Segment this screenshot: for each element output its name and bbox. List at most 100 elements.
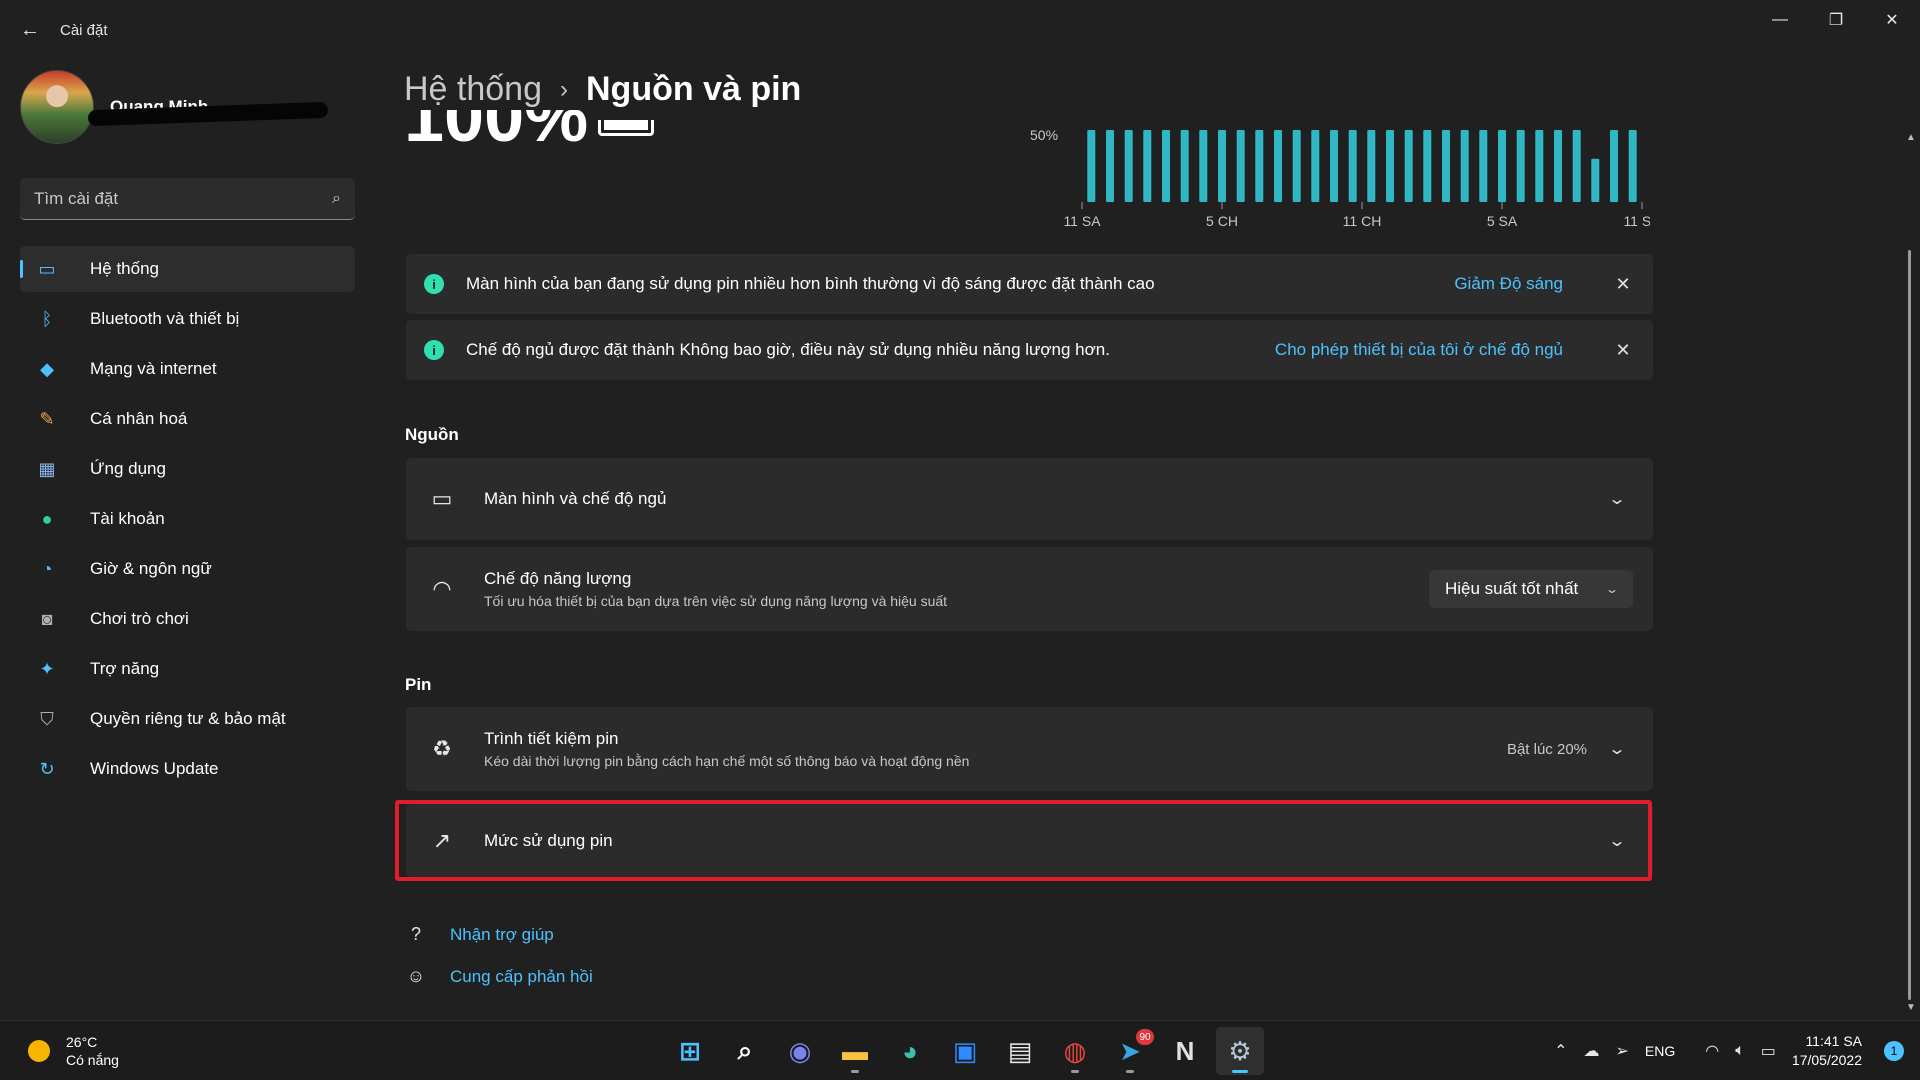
sidebar-item-8[interactable]: ✦ Trợ năng [20, 646, 355, 692]
card-title: Trình tiết kiệm pin [484, 729, 619, 748]
sun-icon [28, 1040, 50, 1062]
settings-icon: ⚙ [1228, 1035, 1252, 1066]
get-help-link[interactable]: ? Nhận trợ giúp [404, 924, 554, 945]
close-icon[interactable]: ✕ [1613, 340, 1633, 361]
y-tick-label: 50% [1030, 127, 1058, 143]
card-body: Mức sử dụng pin [484, 831, 1607, 851]
sidebar: Quang Minh ⌕ ▭Hệ thốngᛒBluetooth và thiế… [0, 60, 370, 1020]
scroll-thumb[interactable] [1908, 250, 1911, 1000]
screen-sleep-card[interactable]: ▭ Màn hình và chế độ ngủ ⌄ [406, 458, 1653, 540]
scrollbar[interactable]: ▲ ▼ [1906, 130, 1916, 1020]
sidebar-item-label: Tài khoản [90, 509, 165, 528]
feedback-link[interactable]: ☺ Cung cấp phản hồi [404, 966, 593, 987]
taskbar-zoom-button[interactable]: ▣ [941, 1027, 989, 1075]
wifi-icon: ◆ [40, 358, 54, 379]
battery-icon[interactable]: ▭ [1761, 1041, 1776, 1061]
update-icon: ↻ [39, 758, 55, 779]
weather-widget[interactable]: 26°C Có nắng [28, 1033, 119, 1069]
chart-bar [1124, 130, 1133, 202]
chevron-down-icon[interactable]: ⌄ [1603, 831, 1631, 851]
page-title: Nguồn và pin [586, 70, 802, 108]
chart-bar [1479, 130, 1488, 202]
notification-badge[interactable]: 1 [1884, 1041, 1904, 1061]
gauge-icon: ◠ [432, 576, 452, 601]
card-title: Màn hình và chế độ ngủ [484, 489, 667, 508]
taskbar-start-button[interactable]: ⊞ [666, 1027, 714, 1075]
search-input[interactable] [34, 188, 333, 209]
restore-button[interactable]: ❐ [1808, 0, 1864, 40]
taskbar-chrome-button[interactable]: ◍ [1051, 1027, 1099, 1075]
file-explorer-icon: ▬ [842, 1035, 868, 1066]
chart-bar [1162, 130, 1170, 202]
taskbar-search-button[interactable]: ⌕ [721, 1027, 769, 1075]
taskbar-chat-button[interactable]: ◉ [776, 1027, 824, 1075]
sidebar-item-6[interactable]: ◔ Giờ & ngôn ngữ [20, 546, 355, 592]
bluetooth-icon: ᛒ [41, 308, 53, 329]
location-icon[interactable]: ➢ [1615, 1041, 1628, 1061]
apps-icon: ▦ [38, 458, 56, 479]
x-tick-label: 5 CH [1206, 213, 1238, 229]
sidebar-item-9[interactable]: ⛉ Quyền riêng tư & bảo mật [20, 696, 355, 742]
sidebar-item-5[interactable]: ● Tài khoản [20, 496, 355, 542]
taskbar-file-explorer-button[interactable]: ▬ [831, 1027, 879, 1075]
battery-saver-status: Bật lúc 20% [1506, 740, 1587, 758]
volume-icon[interactable]: 🔈︎ [1735, 1042, 1745, 1060]
sidebar-item-7[interactable]: ◙ Chơi trò chơi [20, 596, 355, 642]
wifi-icon[interactable]: ◠ [1705, 1041, 1719, 1061]
chevron-down-icon[interactable]: ⌄ [1603, 739, 1631, 759]
chart-bar [1255, 130, 1264, 202]
sidebar-item-2[interactable]: ◆ Mạng và internet [20, 346, 355, 392]
sidebar-item-label: Windows Update [90, 759, 219, 778]
brush-icon: ✎ [39, 408, 55, 429]
sidebar-item-10[interactable]: ↻ Windows Update [20, 746, 355, 792]
scroll-up-icon[interactable]: ▲ [1906, 132, 1916, 143]
taskbar-notion-button[interactable]: N [1161, 1027, 1209, 1075]
power-mode-select[interactable]: Hiệu suất tốt nhất ⌄ [1429, 570, 1633, 608]
sidebar-item-3[interactable]: ✎ Cá nhân hoá [20, 396, 355, 442]
running-indicator [1232, 1070, 1248, 1073]
close-icon[interactable]: ✕ [1613, 274, 1633, 295]
chart-bar [1404, 130, 1413, 202]
clock[interactable]: 11:41 SA 17/05/2022 [1792, 1032, 1862, 1070]
taskbar-office-button[interactable]: ▤ [996, 1027, 1044, 1075]
language-indicator[interactable]: ENG [1645, 1043, 1675, 1059]
sidebar-item-1[interactable]: ᛒ Bluetooth và thiết bị [20, 296, 355, 342]
allow-sleep-link[interactable]: Cho phép thiết bị của tôi ở chế độ ngủ [1275, 340, 1563, 360]
screen-sleep-icon: ▭ [431, 486, 453, 511]
battery-usage-card[interactable]: ↗ Mức sử dụng pin ⌄ [406, 804, 1653, 877]
search-icon[interactable]: ⌕ [332, 190, 341, 208]
taskbar-edge-button[interactable]: ◕ [886, 1027, 934, 1075]
shield-icon: ⛉ [40, 708, 54, 729]
breadcrumb-parent[interactable]: Hệ thống [404, 70, 542, 109]
chevron-down-icon[interactable]: ⌄ [1603, 489, 1631, 509]
taskbar-settings-button[interactable]: ⚙ [1216, 1027, 1264, 1075]
restore-icon: ❐ [1828, 12, 1844, 29]
chat-icon: ◉ [788, 1035, 812, 1066]
onedrive-icon[interactable]: ☁ [1583, 1041, 1599, 1061]
search-box[interactable]: ⌕ [20, 178, 355, 220]
taskbar-telegram-button[interactable]: ➤ 90 [1106, 1027, 1154, 1075]
info-icon: i [424, 274, 444, 294]
chevron-up-icon[interactable]: ⌃ [1554, 1041, 1567, 1061]
close-button[interactable]: ✕ [1864, 0, 1920, 40]
sidebar-item-4[interactable]: ▦ Ứng dụng [20, 446, 355, 492]
x-tick-label: 5 SA [1487, 213, 1518, 229]
brightness-banner: i Màn hình của bạn đang sử dụng pin nhiề… [406, 254, 1653, 314]
minimize-button[interactable]: — [1752, 0, 1808, 40]
reduce-brightness-link[interactable]: Giảm Độ sáng [1454, 274, 1563, 294]
gamepad-icon: ◙ [41, 608, 53, 629]
back-button[interactable]: ← [0, 0, 60, 60]
battery-icon [598, 120, 656, 142]
search-icon: ⌕ [737, 1035, 753, 1065]
scroll-down-icon[interactable]: ▼ [1906, 1002, 1916, 1013]
card-title: Mức sử dụng pin [484, 830, 613, 850]
monitor-icon: ▭ [38, 258, 56, 279]
power-mode-value: Hiệu suất tốt nhất [1445, 579, 1579, 598]
card-body: Màn hình và chế độ ngủ [484, 489, 1607, 509]
battery-saver-card[interactable]: ♻ Trình tiết kiệm pin Kéo dài thời lượng… [406, 707, 1653, 791]
card-title: Chế độ năng lượng [484, 569, 632, 588]
chart-bar [1180, 130, 1189, 202]
chart-bar [1348, 130, 1357, 202]
sidebar-item-0[interactable]: ▭ Hệ thống [20, 246, 355, 292]
battery-chart-svg: 50% 11 SA 5 CH 11 CH 5 SA 11 SA [1030, 127, 1650, 229]
